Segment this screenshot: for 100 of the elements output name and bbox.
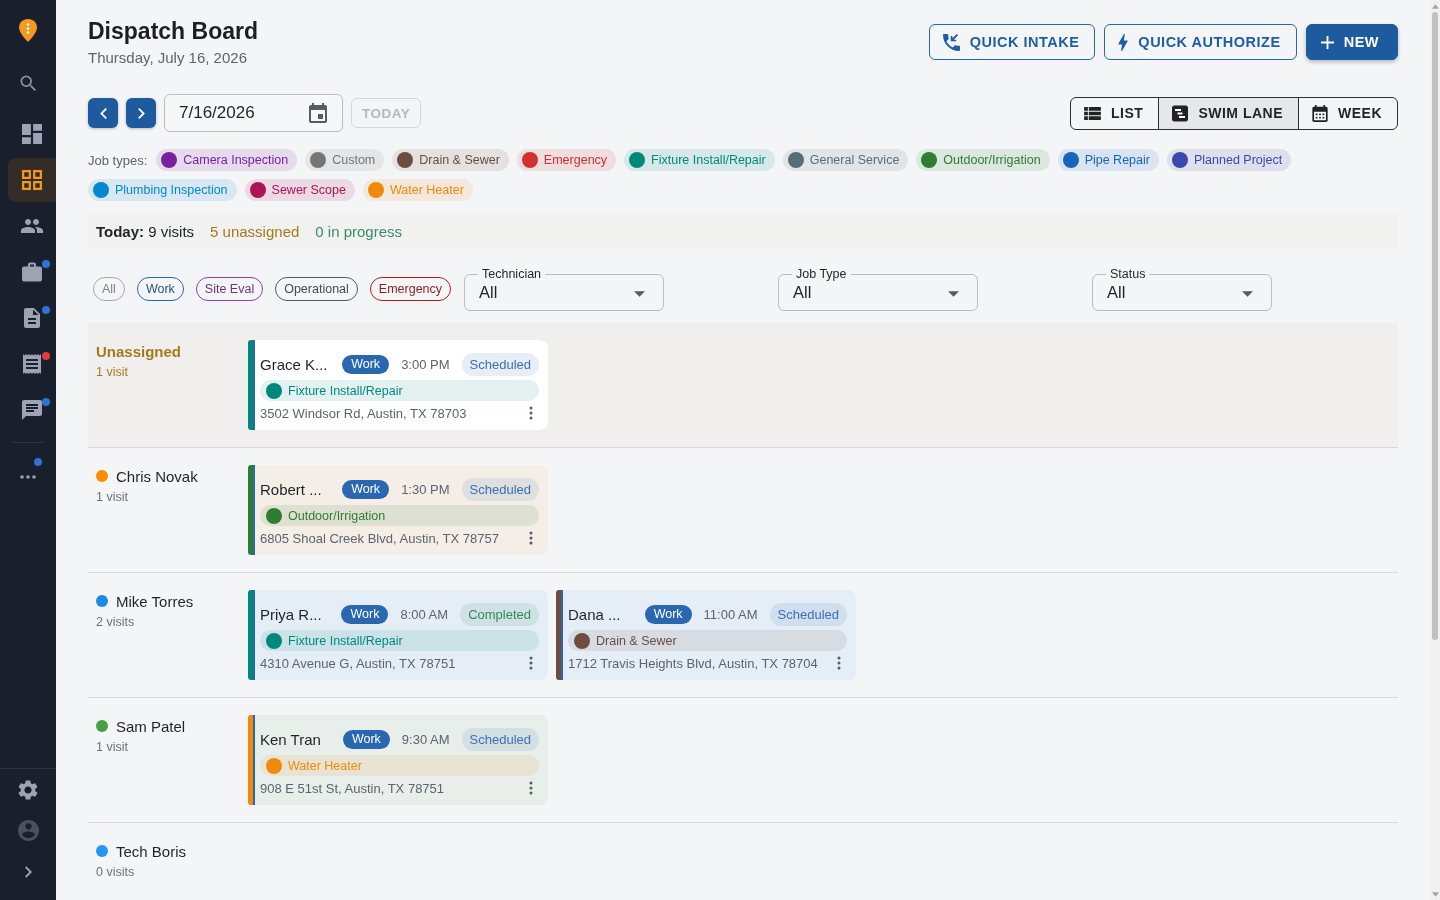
dropdown-caret-icon (948, 290, 959, 297)
visit-count: 1 visit (96, 490, 129, 504)
week-view-tab[interactable]: WEEK (1298, 97, 1397, 129)
job-type-name: Camera Inspection (183, 153, 289, 167)
status-tag: Scheduled (461, 352, 539, 376)
visit-card[interactable]: Priya R... Work 8:00 AM Completed Fixture Install/Repair 4310 Avenue G, Austin, TX 78751 (248, 590, 548, 680)
lanes-icon (1172, 104, 1189, 122)
visit-time: 9:30 AM (401, 731, 450, 747)
visit-card[interactable]: Ken Tran Work 9:30 AM Scheduled Water Heater 908 E 51st St, Austin, TX 78751 (248, 715, 548, 805)
unassigned-count: 5 unassigned (210, 222, 300, 240)
document-icon (22, 308, 42, 328)
customer-name: Dana ... (568, 605, 622, 623)
customer-name: Ken Tran (260, 730, 322, 748)
status-tag: Completed (460, 602, 539, 626)
visit-time: 1:30 PM (401, 481, 450, 497)
more-options-icon[interactable] (529, 781, 533, 795)
date-field[interactable]: 7/16/2026 (164, 94, 343, 132)
chevron-left-icon (99, 107, 107, 119)
technician-name: Chris Novak (116, 467, 198, 485)
category-tag: Work (341, 604, 389, 624)
status-tag: Scheduled (769, 602, 847, 626)
category-tag: Work (644, 604, 692, 624)
more-options-icon[interactable] (529, 531, 533, 545)
visit-count: 2 visits (96, 615, 136, 629)
phone-callback-icon (942, 33, 960, 51)
dashboard-icon (22, 124, 42, 144)
briefcase-icon (22, 262, 42, 282)
settings-icon (18, 779, 38, 800)
customer-name: Grace K... (260, 355, 329, 373)
job-type-name: Drain & Sewer (596, 633, 677, 648)
search-icon (20, 75, 36, 91)
job-type-name: Water Heater (389, 183, 464, 197)
page-date: Thursday, July 16, 2026 (88, 48, 248, 68)
quick-authorize-button[interactable]: QUICK AUTHORIZE (1104, 24, 1297, 60)
category-tag: Work (342, 479, 390, 499)
job-type-name: Sewer Scope (271, 183, 346, 197)
job-type-name: Pipe Repair (1084, 153, 1150, 167)
visit-time: 8:00 AM (400, 606, 449, 622)
previous-day-button[interactable] (88, 98, 118, 128)
chevron-right-icon (24, 865, 32, 878)
new-button[interactable]: NEW (1305, 24, 1398, 60)
technician-name: Sam Patel (116, 717, 186, 735)
filter-select[interactable]: Job Type All (778, 267, 978, 311)
visit-count: 1 visit (96, 740, 129, 754)
visit-card[interactable]: Grace K... Work 3:00 PM Scheduled Fixture Install/Repair 3502 Windsor Rd, Austin, TX 78703 (248, 340, 548, 430)
visit-address: 3502 Windsor Rd, Austin, TX 78703 (260, 405, 467, 421)
calendar-icon[interactable] (309, 103, 327, 123)
logo-icon (18, 18, 37, 42)
next-day-button[interactable] (126, 98, 156, 128)
lightning-bolt-icon (1118, 33, 1129, 51)
visit-count: 0 visits (96, 865, 136, 879)
more-options-icon[interactable] (529, 406, 533, 420)
customer-name: Priya R... (260, 605, 323, 623)
job-type-name: Outdoor/Irrigation (288, 508, 386, 523)
visits-total: Today: 9 visits (96, 222, 195, 240)
calendar-week-icon (1312, 104, 1328, 122)
more-icon (20, 475, 36, 479)
technician-name: Mike Torres (116, 592, 194, 610)
visit-address: 6805 Shoal Creek Blvd, Austin, TX 78757 (260, 530, 499, 546)
job-type-name: Water Heater (288, 758, 362, 773)
job-type-name: Fixture Install/Repair (288, 633, 403, 648)
visit-card[interactable]: Dana ... Work 11:00 AM Scheduled Drain & Sewer 1712 Travis Heights Blvd, Austin, TX 78704 (556, 590, 856, 680)
visit-card[interactable]: Robert ... Work 1:30 PM Scheduled Outdoor/Irrigation 6805 Shoal Creek Blvd, Austin, TX 78757 (248, 465, 548, 555)
job-type-name: Fixture Install/Repair (651, 153, 766, 167)
list-icon (1084, 106, 1102, 120)
filter-select[interactable]: Status All (1092, 267, 1272, 311)
visit-address: 908 E 51st St, Austin, TX 78751 (260, 780, 445, 796)
quick-intake-button[interactable]: QUICK INTAKE (928, 24, 1096, 60)
more-options-icon[interactable] (837, 656, 841, 670)
job-type-name: Custom (332, 153, 376, 167)
in-progress-count: 0 in progress (315, 222, 403, 240)
job-type-name: Plumbing Inspection (115, 183, 228, 197)
account-icon (17, 820, 39, 841)
chevron-right-icon (137, 107, 145, 119)
more-options-icon[interactable] (529, 656, 533, 670)
board-nav-item[interactable] (8, 158, 56, 202)
receipt-icon (22, 354, 42, 374)
customer-name: Robert ... (260, 480, 323, 498)
page-title: Dispatch Board (88, 17, 258, 46)
chat-icon (22, 400, 42, 420)
technician-name: Tech Boris (116, 842, 187, 860)
status-tag: Scheduled (461, 477, 539, 501)
status-tag: Scheduled (461, 727, 539, 751)
people-icon (21, 219, 43, 233)
list-view-tab[interactable]: LIST (1071, 97, 1159, 129)
job-type-name: Outdoor/Irrigation (943, 153, 1041, 167)
job-type-name: General Service (809, 153, 900, 167)
scrollbar-thumb[interactable] (1432, 12, 1438, 640)
dropdown-caret-icon (634, 290, 645, 297)
visit-time: 11:00 AM (703, 606, 758, 622)
visit-address: 4310 Avenue G, Austin, TX 78751 (260, 655, 456, 671)
grid-icon (22, 170, 42, 190)
job-types-label: Job types: (88, 152, 148, 168)
category-tag: Work (342, 729, 390, 749)
filter-select[interactable]: Technician All (464, 267, 664, 311)
swim-lane-view-tab[interactable]: SWIM LANE (1158, 97, 1298, 129)
plus-icon (1320, 35, 1334, 49)
visit-time: 3:00 PM (401, 356, 450, 372)
visit-address: 1712 Travis Heights Blvd, Austin, TX 78704 (568, 655, 818, 671)
job-type-name: Drain & Sewer (419, 153, 500, 167)
